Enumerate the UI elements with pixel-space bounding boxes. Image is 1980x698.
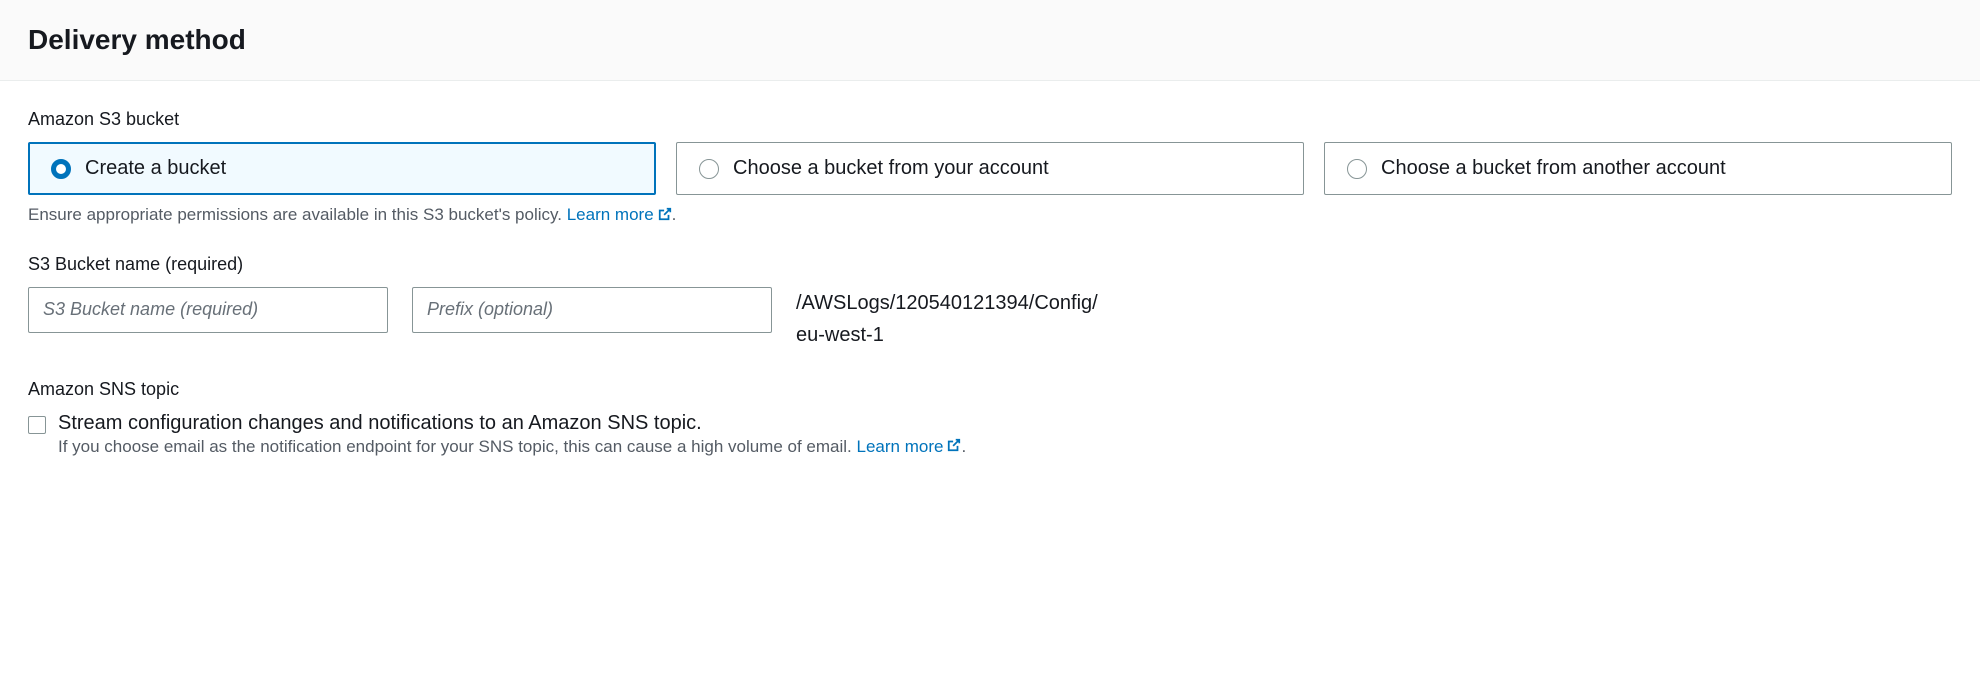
panel-content: Amazon S3 bucket Create a bucket Choose … bbox=[0, 81, 1980, 485]
sns-stream-checkbox[interactable] bbox=[28, 416, 46, 434]
sns-section: Amazon SNS topic Stream configuration ch… bbox=[28, 379, 1952, 458]
sns-checkbox-row: Stream configuration changes and notific… bbox=[28, 412, 1952, 458]
panel-header: Delivery method bbox=[0, 0, 1980, 81]
bucket-input-row: /AWSLogs/120540121394/Config/ eu-west-1 bbox=[28, 287, 1952, 351]
s3-learn-more-link[interactable]: Learn more bbox=[567, 205, 672, 224]
s3-section: Amazon S3 bucket Create a bucket Choose … bbox=[28, 109, 1952, 351]
radio-choose-own-bucket[interactable]: Choose a bucket from your account bbox=[676, 142, 1304, 195]
s3-helper-prefix: Ensure appropriate permissions are avail… bbox=[28, 205, 567, 224]
external-link-icon bbox=[947, 437, 961, 457]
radio-icon bbox=[1347, 159, 1367, 179]
path-line-1: /AWSLogs/120540121394/Config/ bbox=[796, 287, 1098, 319]
radio-choose-other-bucket[interactable]: Choose a bucket from another account bbox=[1324, 142, 1952, 195]
sns-helper-prefix: If you choose email as the notification … bbox=[58, 437, 857, 456]
radio-create-bucket[interactable]: Create a bucket bbox=[28, 142, 656, 195]
sns-checkbox-label: Stream configuration changes and notific… bbox=[58, 412, 1952, 435]
radio-label: Choose a bucket from your account bbox=[733, 157, 1049, 180]
external-link-icon bbox=[658, 206, 672, 226]
radio-icon bbox=[699, 159, 719, 179]
sns-checkbox-content: Stream configuration changes and notific… bbox=[58, 412, 1952, 458]
page-title: Delivery method bbox=[28, 24, 1952, 56]
bucket-name-label: S3 Bucket name (required) bbox=[28, 254, 1952, 275]
radio-icon bbox=[51, 159, 71, 179]
radio-label: Choose a bucket from another account bbox=[1381, 157, 1726, 180]
bucket-path-display: /AWSLogs/120540121394/Config/ eu-west-1 bbox=[796, 287, 1098, 351]
radio-label: Create a bucket bbox=[85, 157, 226, 180]
link-text: Learn more bbox=[567, 205, 654, 224]
sns-learn-more-link[interactable]: Learn more bbox=[857, 437, 962, 456]
s3-radio-group: Create a bucket Choose a bucket from you… bbox=[28, 142, 1952, 195]
prefix-input[interactable] bbox=[412, 287, 772, 333]
sns-helper-text: If you choose email as the notification … bbox=[58, 437, 966, 456]
sns-section-label: Amazon SNS topic bbox=[28, 379, 1952, 400]
path-line-2: eu-west-1 bbox=[796, 319, 1098, 351]
s3-helper-text: Ensure appropriate permissions are avail… bbox=[28, 205, 1952, 226]
bucket-name-input[interactable] bbox=[28, 287, 388, 333]
s3-section-label: Amazon S3 bucket bbox=[28, 109, 1952, 130]
link-text: Learn more bbox=[857, 437, 944, 456]
